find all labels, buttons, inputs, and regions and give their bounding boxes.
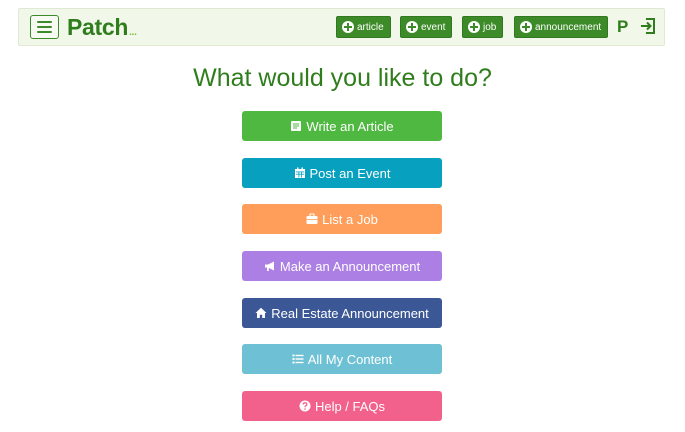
post-event-label: Post an Event	[309, 165, 391, 181]
all-my-content-label: All My Content	[307, 351, 393, 367]
list-job-button[interactable]: List a Job	[242, 204, 442, 234]
brand-logo[interactable]: Patch...	[67, 12, 137, 42]
real-estate-announcement-label: Real Estate Announcement	[271, 305, 429, 321]
home-icon	[255, 307, 267, 318]
help-faqs-button[interactable]: Help / FAQs	[242, 391, 442, 421]
make-announcement-button[interactable]: Make an Announcement	[242, 251, 442, 281]
all-my-content-button[interactable]: All My Content	[242, 344, 442, 374]
top-bar: Patch... article event job announcement …	[18, 8, 665, 46]
add-article-label: article	[357, 21, 384, 33]
hamburger-icon	[37, 21, 52, 23]
list-icon	[292, 354, 304, 364]
brand-logo-dots: ...	[129, 27, 137, 38]
add-announcement-label: announcement	[535, 21, 602, 33]
briefcase-icon	[306, 213, 318, 224]
post-event-button[interactable]: Post an Event	[242, 158, 442, 188]
megaphone-icon	[264, 261, 274, 271]
plus-circle-icon	[406, 21, 418, 33]
question-circle-icon	[299, 400, 311, 412]
add-event-label: event	[421, 21, 446, 33]
calendar-icon	[294, 167, 305, 178]
add-article-button[interactable]: article	[336, 16, 391, 38]
make-announcement-label: Make an Announcement	[279, 258, 421, 274]
profile-link[interactable]: P	[617, 17, 628, 37]
page-title: What would you like to do?	[193, 64, 492, 92]
sign-out-icon[interactable]	[639, 17, 657, 35]
document-icon	[291, 121, 302, 131]
real-estate-announcement-button[interactable]: Real Estate Announcement	[242, 298, 442, 328]
menu-button[interactable]	[30, 15, 59, 39]
plus-circle-icon	[468, 21, 480, 33]
list-job-label: List a Job	[322, 211, 378, 227]
plus-circle-icon	[342, 21, 354, 33]
add-event-button[interactable]: event	[400, 16, 453, 38]
add-job-label: job	[483, 21, 497, 33]
write-article-button[interactable]: Write an Article	[242, 111, 442, 141]
add-announcement-button[interactable]: announcement	[514, 16, 609, 38]
write-article-label: Write an Article	[306, 118, 394, 134]
help-faqs-label: Help / FAQs	[314, 398, 386, 414]
plus-circle-icon	[520, 21, 532, 33]
add-job-button[interactable]: job	[462, 16, 504, 38]
